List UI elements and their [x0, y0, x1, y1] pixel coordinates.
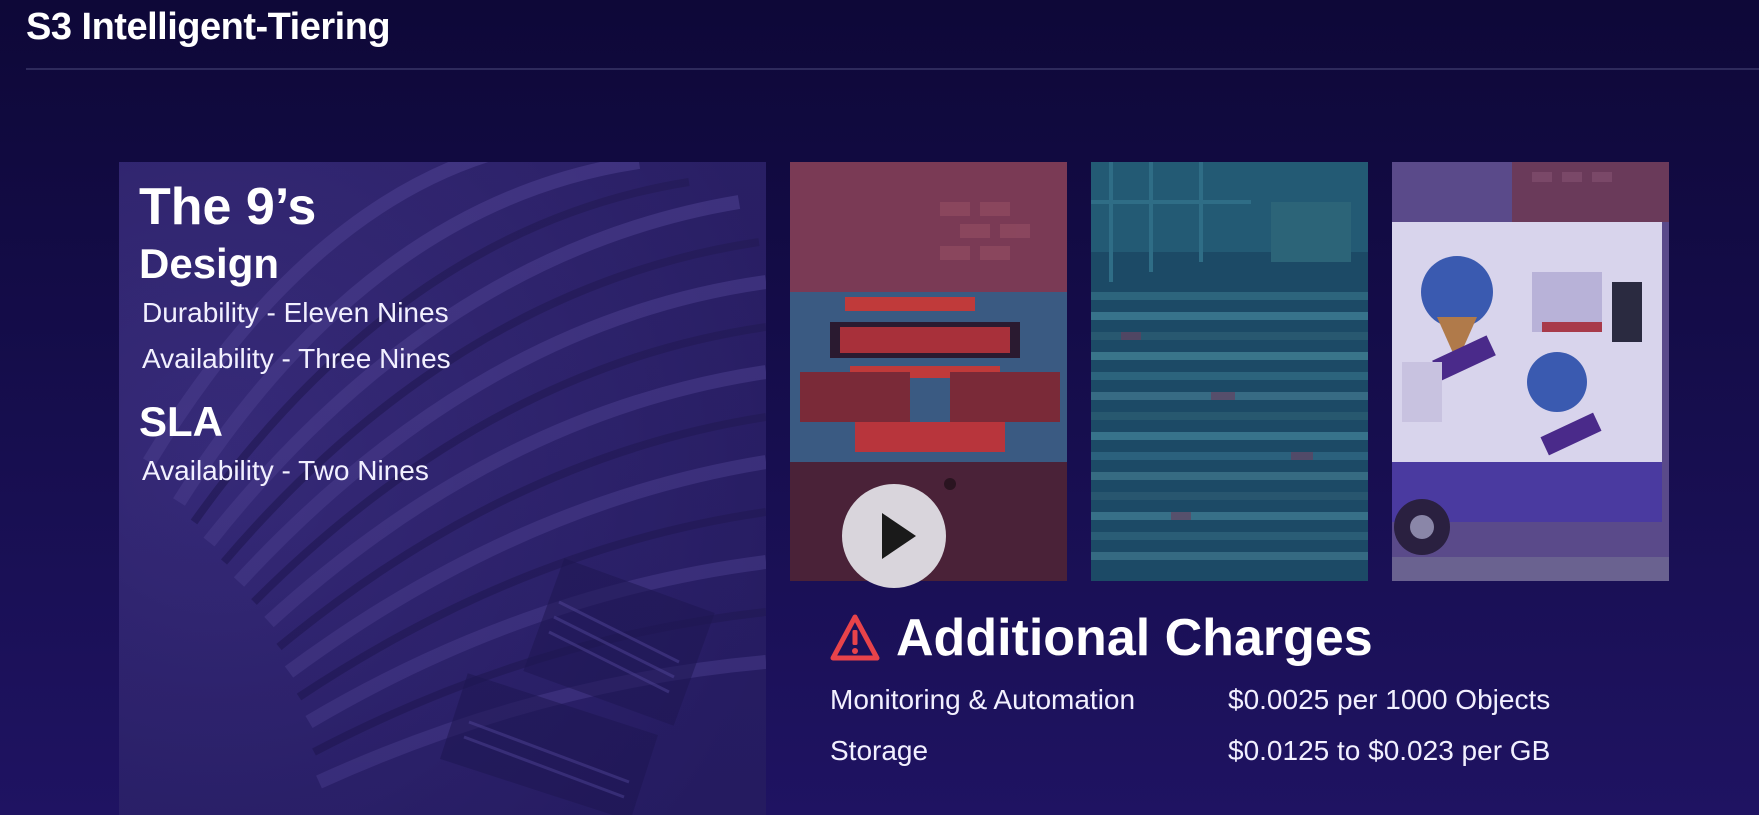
video-tile-containers[interactable] [1091, 162, 1368, 581]
nines-heading: The 9’s [139, 178, 317, 236]
play-icon [882, 513, 916, 559]
charges-label: Monitoring & Automation [830, 684, 1136, 715]
additional-charges-section: Additional Charges Monitoring & Automati… [830, 606, 1730, 776]
page-title: S3 Intelligent-Tiering [26, 6, 391, 48]
charges-row: Storage $0.0125 to $0.023 per GB [830, 725, 1730, 776]
video-tile-ice-cream-truck[interactable] [1392, 162, 1669, 581]
play-button[interactable] [842, 484, 946, 588]
design-availability-line: Availability - Three Nines [142, 343, 451, 374]
sla-availability-line: Availability - Two Nines [142, 455, 429, 486]
shipping-containers-image [1091, 162, 1368, 581]
ice-cream-truck-image [1392, 162, 1669, 581]
design-durability-line: Durability - Eleven Nines [142, 297, 449, 328]
warning-icon [830, 614, 880, 661]
sla-block: SLA Availability - Two Nines [139, 396, 451, 494]
nines-text-block: The 9’s Design Durability - Eleven Nines… [139, 176, 451, 494]
charges-title-row: Additional Charges [830, 606, 1730, 670]
design-heading: Design [139, 240, 280, 287]
header-divider [26, 68, 1759, 70]
slide: S3 Intelligent-Tiering The 9’s Design Du… [0, 0, 1759, 815]
charges-value: $0.0125 to $0.023 per GB [1228, 735, 1551, 766]
charges-label: Storage [830, 735, 929, 766]
nines-panel: The 9’s Design Durability - Eleven Nines… [119, 162, 766, 815]
sla-heading: SLA [139, 398, 223, 445]
charges-table: Monitoring & Automation $0.0025 per 1000… [830, 674, 1730, 776]
charges-value: $0.0025 per 1000 Objects [1228, 684, 1551, 715]
charges-title: Additional Charges [896, 609, 1373, 667]
charges-row: Monitoring & Automation $0.0025 per 1000… [830, 674, 1730, 725]
